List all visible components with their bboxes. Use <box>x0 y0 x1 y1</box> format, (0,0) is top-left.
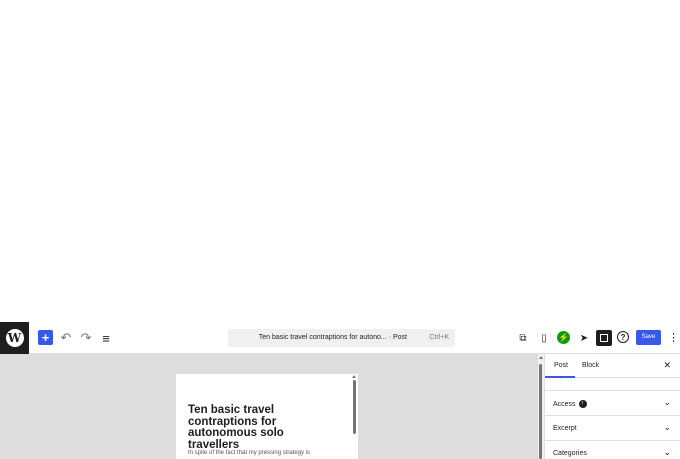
publish-send-icon[interactable]: ➤ <box>577 331 591 345</box>
more-options-icon[interactable]: ⋮ <box>668 330 679 346</box>
tab-post[interactable]: Post <box>554 362 568 369</box>
settings-panel-toggle-icon[interactable] <box>596 330 612 346</box>
panel-icon-inner <box>600 334 608 342</box>
chevron-down-icon[interactable]: ⌄ <box>663 447 671 458</box>
preview-scroll-up-icon[interactable] <box>352 375 356 378</box>
device-preview-icon[interactable]: ▯ <box>537 331 551 345</box>
wordpress-logo-button[interactable]: W <box>0 322 29 354</box>
add-block-button[interactable]: + <box>38 330 53 345</box>
wordpress-icon: W <box>5 329 24 347</box>
sidebar-tabs: Post Block ✕ <box>545 354 680 378</box>
save-button[interactable]: Save <box>636 330 661 345</box>
close-icon[interactable]: ✕ <box>663 360 671 371</box>
active-tab-indicator <box>545 376 575 378</box>
post-preview[interactable]: Ten basic travel contraptions for autono… <box>176 374 358 459</box>
list-view-icon[interactable]: ≡ <box>99 330 113 346</box>
redo-icon[interactable]: ↷ <box>79 330 93 346</box>
blank-area <box>0 0 680 322</box>
preview-scrollbar[interactable] <box>353 380 356 434</box>
chevron-down-icon[interactable]: ⌄ <box>663 422 671 433</box>
info-badge-icon: ! <box>578 400 587 408</box>
help-icon[interactable]: ? <box>617 331 629 343</box>
tab-block[interactable]: Block <box>582 362 599 369</box>
panel-categories[interactable]: Categories ⌄ <box>545 440 680 459</box>
panel-access-label: Access <box>553 400 576 408</box>
settings-sidebar: Improve, Boost AI Post Block ✕ Access! ⌄… <box>544 354 680 459</box>
undo-icon[interactable]: ↶ <box>59 330 73 346</box>
post-title[interactable]: Ten basic travel contraptions for autono… <box>188 404 338 451</box>
post-paragraph[interactable]: In spite of the fact that my pressing st… <box>188 450 343 456</box>
scroll-up-icon[interactable] <box>539 356 543 359</box>
jetpack-icon[interactable]: ⚡ <box>557 331 570 344</box>
panel-excerpt-label: Excerpt <box>553 425 577 432</box>
editor-header: W + ↶ ↷ ≡ Ten basic travel contraptions … <box>0 322 680 354</box>
editor-canvas: Ten basic travel contraptions for autono… <box>0 354 538 459</box>
command-palette-button[interactable]: Ten basic travel contraptions for autono… <box>228 329 455 347</box>
chevron-down-icon[interactable]: ⌄ <box>663 397 671 408</box>
shortcut-hint: Ctrl+K <box>429 334 449 341</box>
view-post-icon[interactable]: ⧉ <box>516 331 530 345</box>
panel-excerpt[interactable]: Excerpt ⌄ <box>545 415 680 440</box>
panel-categories-label: Categories <box>553 450 587 457</box>
scrollbar-thumb[interactable] <box>539 364 542 459</box>
document-title: Ten basic travel contraptions for autono… <box>258 334 407 341</box>
panel-access[interactable]: Access! ⌄ <box>545 390 680 415</box>
